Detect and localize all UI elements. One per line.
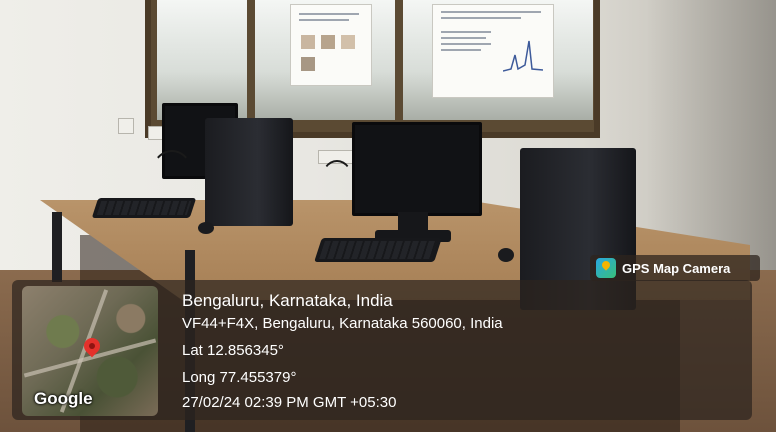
gps-map-camera-icon (596, 258, 616, 278)
desk-leg (52, 212, 62, 282)
google-logo: Google (34, 389, 93, 408)
place-name: Bengaluru, Karnataka, India (182, 291, 393, 310)
desktop-tower (205, 118, 293, 226)
monitor (352, 122, 482, 216)
poster-graph (503, 40, 543, 72)
mouse (498, 248, 514, 262)
cable (320, 160, 354, 204)
latitude: Lat 12.856345° (182, 342, 284, 359)
photo: GPS Map Camera Google Bengaluru, Karnata… (0, 0, 776, 432)
mouse (198, 222, 214, 234)
longitude: Long 77.455379° (182, 369, 297, 386)
wall-socket (118, 118, 134, 134)
gps-app-name: GPS Map Camera (622, 261, 731, 276)
address: VF44+F4X, Bengaluru, Karnataka 560060, I… (182, 315, 503, 332)
timestamp: 27/02/24 02:39 PM GMT +05:30 (182, 394, 397, 411)
keyboard (314, 238, 442, 262)
cable (150, 150, 194, 204)
window-pane (157, 0, 247, 120)
wall-poster (432, 4, 554, 98)
wall-poster (290, 4, 372, 86)
